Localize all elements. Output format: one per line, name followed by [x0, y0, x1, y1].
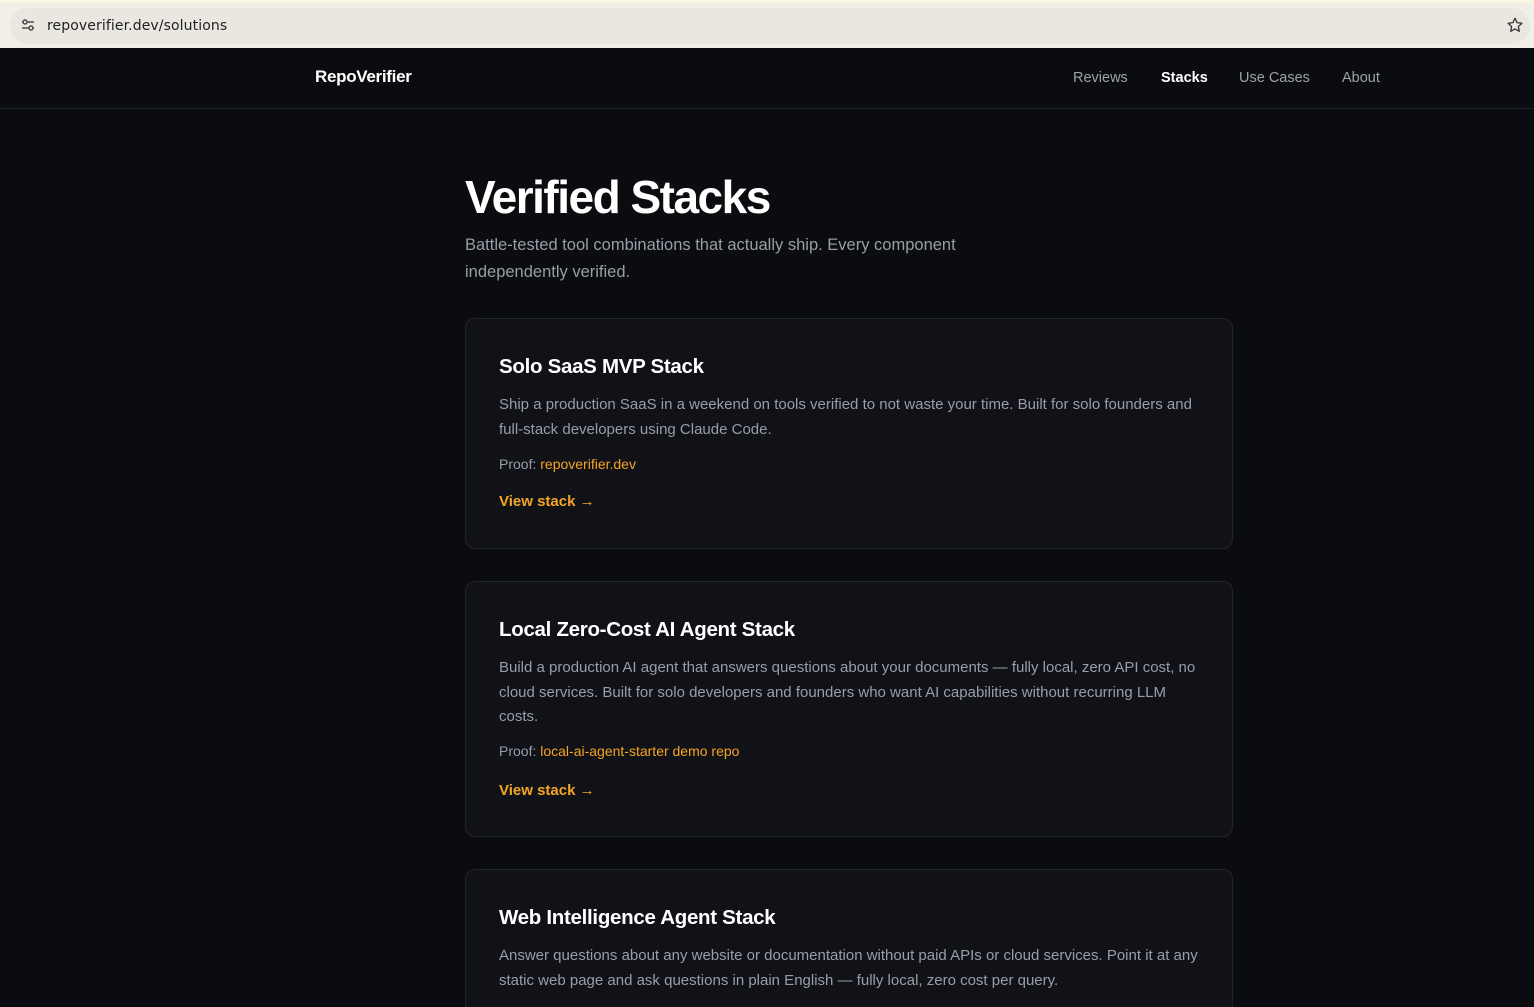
- view-stack-link[interactable]: View stack →: [499, 493, 595, 510]
- stack-description: Answer questions about any website or do…: [499, 947, 1198, 989]
- proof-link[interactable]: repoverifier.dev: [540, 456, 636, 472]
- nav-link-reviews[interactable]: Reviews: [1073, 70, 1128, 86]
- nav-link-stacks[interactable]: Stacks: [1161, 70, 1208, 86]
- stack-card: Local Zero-Cost AI Agent Stack Build a p…: [465, 581, 1233, 837]
- stack-proof: Proof: local-ai-agent-starter demo repo: [499, 743, 739, 759]
- tune-icon[interactable]: [20, 17, 36, 33]
- page-title: Verified Stacks: [465, 171, 771, 223]
- stack-title: Local Zero-Cost AI Agent Stack: [499, 618, 795, 641]
- page-subtitle: Battle-tested tool combinations that act…: [465, 236, 956, 281]
- stack-card: Solo SaaS MVP Stack Ship a production Sa…: [465, 318, 1233, 549]
- stack-proof: Proof: repoverifier.dev: [499, 456, 636, 472]
- url-text[interactable]: repoverifier.dev/solutions: [47, 18, 227, 34]
- stack-description: Ship a production SaaS in a weekend on t…: [499, 396, 1192, 438]
- stack-title: Solo SaaS MVP Stack: [499, 355, 704, 378]
- brand-logo[interactable]: RepoVerifier: [315, 67, 412, 87]
- proof-link[interactable]: local-ai-agent-starter demo repo: [540, 743, 739, 759]
- proof-label: Proof:: [499, 456, 541, 472]
- star-icon[interactable]: [1506, 16, 1524, 34]
- stack-title: Web Intelligence Agent Stack: [499, 906, 776, 929]
- browser-chrome: repoverifier.dev/solutions: [0, 0, 1534, 48]
- stack-card: Web Intelligence Agent Stack Answer ques…: [465, 869, 1233, 1007]
- nav-link-use-cases[interactable]: Use Cases: [1239, 70, 1310, 86]
- stack-description: Build a production AI agent that answers…: [499, 659, 1196, 725]
- address-bar[interactable]: repoverifier.dev/solutions: [10, 8, 1530, 44]
- proof-label: Proof:: [499, 743, 541, 759]
- nav-link-about[interactable]: About: [1342, 70, 1380, 86]
- site-header: RepoVerifier Reviews Stacks Use Cases Ab…: [0, 48, 1534, 109]
- view-stack-link[interactable]: View stack →: [499, 782, 595, 799]
